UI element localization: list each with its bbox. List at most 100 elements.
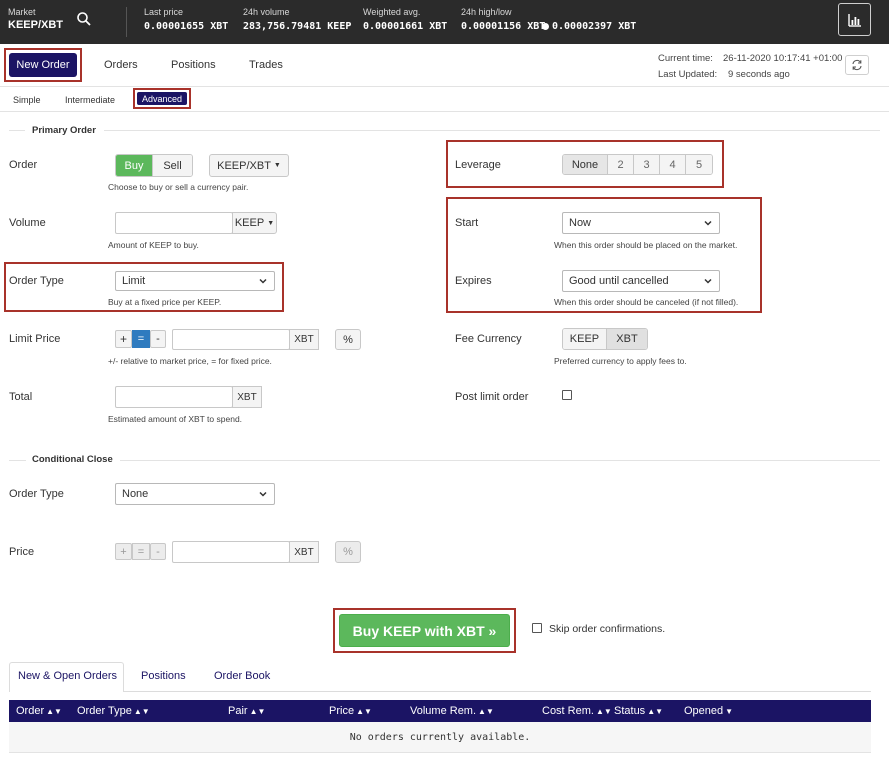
conditional-percent-button[interactable]: % xyxy=(335,541,361,563)
market-header-bar: Market KEEP/XBT Last price 0.00001655 XB… xyxy=(0,0,889,44)
conditional-equals-button[interactable]: = xyxy=(132,543,150,560)
primary-order-title: Primary Order xyxy=(32,125,96,136)
conditional-order-type-value: None xyxy=(122,488,149,500)
volume-help: Amount of KEEP to buy. xyxy=(108,240,199,250)
dot-separator-icon xyxy=(542,23,549,30)
fee-currency-label: Fee Currency xyxy=(455,333,522,345)
chevron-down-icon xyxy=(704,278,712,284)
fee-keep-option[interactable]: KEEP xyxy=(563,329,607,349)
last-updated-value: 9 seconds ago xyxy=(728,69,790,80)
col-order-type[interactable]: Order Type ▲▼ xyxy=(77,705,150,717)
col-cost-rem[interactable]: Cost Rem. ▲▼ xyxy=(542,705,612,717)
buy-button[interactable]: Buy xyxy=(116,155,154,176)
skip-confirmations-checkbox[interactable] xyxy=(532,623,542,633)
col-order-label: Order xyxy=(16,705,45,717)
section-rule-left xyxy=(9,130,25,131)
tab-new-order[interactable]: New Order xyxy=(9,53,77,77)
expires-select[interactable]: Good until cancelled xyxy=(562,270,720,292)
order-type-select[interactable]: Limit xyxy=(115,271,275,291)
total-help: Estimated amount of XBT to spend. xyxy=(108,414,243,424)
col-volume-rem[interactable]: Volume Rem. ▲▼ xyxy=(410,705,494,717)
refresh-icon[interactable] xyxy=(845,55,869,75)
tab-simple[interactable]: Simple xyxy=(13,95,41,105)
weighted-avg-label: Weighted avg. xyxy=(363,7,421,17)
order-help: Choose to buy or sell a currency pair. xyxy=(108,182,249,192)
tab-order-book[interactable]: Order Book xyxy=(214,670,270,682)
market-label: Market xyxy=(8,7,36,17)
volume-24h-label: 24h volume xyxy=(243,7,290,17)
bar-chart-icon[interactable] xyxy=(838,3,871,36)
volume-currency-label: KEEP xyxy=(234,217,265,229)
leverage-label: Leverage xyxy=(455,159,501,171)
conditional-price-label: Price xyxy=(9,546,35,558)
leverage-3[interactable]: 3 xyxy=(634,155,660,174)
leverage-4[interactable]: 4 xyxy=(660,155,686,174)
sort-icon: ▲▼ xyxy=(478,707,494,716)
limit-price-input[interactable] xyxy=(172,329,290,350)
sort-icon: ▲▼ xyxy=(356,707,372,716)
caret-down-icon: ▼ xyxy=(273,162,281,169)
tab-advanced[interactable]: Advanced xyxy=(137,92,187,105)
col-status[interactable]: Status ▲▼ xyxy=(614,705,663,717)
fee-currency-help: Preferred currency to apply fees to. xyxy=(554,356,687,366)
order-type-value: Limit xyxy=(122,275,146,287)
conditional-minus-button[interactable]: - xyxy=(150,543,166,560)
market-pair: KEEP/XBT xyxy=(8,19,64,31)
limit-plus-button[interactable]: + xyxy=(115,330,132,348)
tab-trades[interactable]: Trades xyxy=(249,59,283,71)
leverage-selector: None 2 3 4 5 xyxy=(562,154,713,175)
high-value: 0.00001156 XBT xyxy=(461,21,546,32)
conditional-order-type-select[interactable]: None xyxy=(115,483,275,505)
tab-orders[interactable]: Orders xyxy=(104,59,138,71)
sort-icon: ▲▼ xyxy=(647,707,664,716)
start-label: Start xyxy=(455,217,479,229)
volume-input[interactable] xyxy=(115,212,233,234)
last-updated-label: Last Updated: xyxy=(658,69,718,80)
pair-dropdown[interactable]: KEEP/XBT ▼ xyxy=(209,154,289,177)
col-volume-rem-label: Volume Rem. xyxy=(410,705,477,717)
conditional-price-input[interactable] xyxy=(172,541,290,563)
start-select[interactable]: Now xyxy=(562,212,720,234)
sort-icon: ▲▼ xyxy=(133,707,150,716)
conditional-plus-button[interactable]: + xyxy=(115,543,132,560)
tab-bottom-positions[interactable]: Positions xyxy=(141,670,186,682)
leverage-5[interactable]: 5 xyxy=(686,155,712,174)
sort-icon: ▲▼ xyxy=(249,707,266,716)
col-pair[interactable]: Pair ▲▼ xyxy=(228,705,265,717)
sell-button[interactable]: Sell xyxy=(153,155,192,176)
empty-orders-message: No orders currently available. xyxy=(9,722,871,753)
col-cost-rem-label: Cost Rem. xyxy=(542,705,594,717)
leverage-2[interactable]: 2 xyxy=(608,155,634,174)
current-time-label: Current time: xyxy=(658,53,713,64)
volume-currency-dropdown[interactable]: KEEP ▼ xyxy=(232,212,277,234)
post-limit-label: Post limit order xyxy=(455,391,529,403)
tab-new-open-orders[interactable]: New & Open Orders xyxy=(18,670,117,682)
col-pair-label: Pair xyxy=(228,705,248,717)
limit-minus-button[interactable]: - xyxy=(150,330,166,348)
col-order[interactable]: Order ▲▼ xyxy=(16,705,62,717)
nav-divider xyxy=(0,86,889,87)
leverage-none[interactable]: None xyxy=(563,155,608,174)
expires-value: Good until cancelled xyxy=(569,275,669,287)
limit-currency-addon: XBT xyxy=(289,329,319,350)
col-price[interactable]: Price ▲▼ xyxy=(329,705,372,717)
conditional-order-type-label: Order Type xyxy=(9,488,64,500)
fee-currency-selector: KEEP XBT xyxy=(562,328,648,350)
start-value: Now xyxy=(569,217,592,229)
limit-percent-button[interactable]: % xyxy=(335,329,361,350)
col-opened[interactable]: Opened ▼ xyxy=(684,705,733,717)
last-price-value: 0.00001655 XBT xyxy=(144,21,229,32)
chevron-down-icon xyxy=(259,491,267,497)
tab-intermediate[interactable]: Intermediate xyxy=(65,95,115,105)
total-input[interactable] xyxy=(115,386,233,408)
limit-equals-button[interactable]: = xyxy=(132,330,150,348)
tab-positions[interactable]: Positions xyxy=(171,59,216,71)
last-price-label: Last price xyxy=(144,7,184,17)
post-limit-checkbox[interactable] xyxy=(562,390,572,400)
col-opened-label: Opened xyxy=(684,705,724,717)
fee-xbt-option[interactable]: XBT xyxy=(606,329,647,349)
expires-help: When this order should be canceled (if n… xyxy=(554,297,739,307)
buy-keep-with-xbt-button[interactable]: Buy KEEP with XBT » xyxy=(339,614,510,647)
order-type-help: Buy at a fixed price per KEEP. xyxy=(108,297,222,307)
search-icon[interactable] xyxy=(76,11,94,29)
